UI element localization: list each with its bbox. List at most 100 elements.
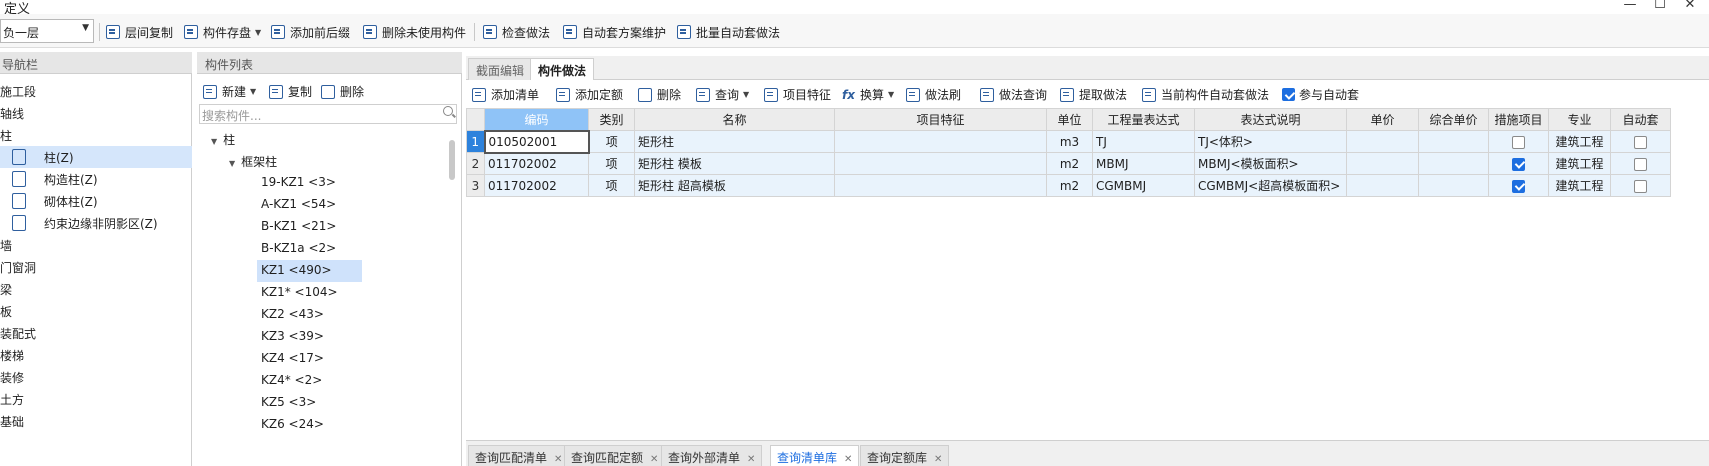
extract-button[interactable]: 提取做法 (1060, 86, 1127, 103)
cell-total-price[interactable] (1418, 130, 1489, 153)
nav-item-slab[interactable]: 板 (0, 300, 192, 322)
nav-item-door-window[interactable]: 门窗洞 (0, 256, 192, 278)
cell-measure[interactable] (1488, 174, 1549, 197)
copy-layers-button[interactable]: 层间复制 (106, 22, 173, 42)
component-search-input[interactable]: 搜索构件... (199, 104, 457, 124)
cell-expr-desc[interactable]: TJ<体积> (1194, 130, 1347, 153)
new-component-button[interactable]: 新建 ▼ (203, 83, 256, 100)
cell-code[interactable]: 011702002 (484, 174, 589, 197)
cell-feature[interactable] (834, 174, 1047, 197)
component-item[interactable]: KZ4* <2> (261, 370, 322, 392)
row-number[interactable]: 1 (466, 130, 485, 153)
tab-section-edit[interactable]: 截面编辑 (468, 58, 533, 80)
cell-total-price[interactable] (1418, 152, 1489, 175)
auto-scheme-button[interactable]: 自动套方案维护 (563, 22, 666, 42)
row-number[interactable]: 2 (466, 152, 485, 175)
measure-checkbox[interactable] (1512, 135, 1525, 149)
component-item[interactable]: A-KZ1 <54> (261, 194, 336, 216)
cell-name[interactable]: 矩形柱 (634, 130, 835, 153)
add-quota-button[interactable]: 添加定额 (556, 86, 623, 103)
component-item[interactable]: KZ6 <24> (261, 414, 324, 436)
column-header-type[interactable]: 类别 (588, 108, 635, 131)
auto-checkbox[interactable] (1634, 157, 1647, 171)
cell-expr-desc[interactable]: MBMJ<模板面积> (1194, 152, 1347, 175)
feature-button[interactable]: 项目特征 (764, 86, 831, 103)
column-header-auto[interactable]: 自动套 (1610, 108, 1671, 131)
auto-checkbox[interactable] (1634, 135, 1647, 149)
delete-component-button[interactable]: 删除 (321, 83, 364, 100)
auto-checkbox[interactable] (1634, 179, 1647, 193)
tab-query-quota-lib[interactable]: 查询定额库 ✕ (860, 445, 950, 466)
component-item[interactable]: 19-KZ1 <3> (261, 172, 336, 194)
brush-button[interactable]: 做法刷 (906, 86, 961, 103)
cell-type[interactable]: 项 (588, 174, 635, 197)
table-row[interactable]: 1 010502001 项 矩形柱 m3 TJ TJ<体积> 建筑工程 (466, 129, 1671, 154)
nav-item-column-z[interactable]: 柱(Z) (0, 146, 192, 168)
close-icon[interactable]: ✕ (554, 454, 562, 465)
participate-auto-toggle[interactable]: 参与自动套 (1282, 86, 1359, 103)
tab-query-external-list[interactable]: 查询外部清单 ✕ (661, 445, 763, 466)
cell-expr[interactable]: MBMJ (1092, 152, 1195, 175)
nav-item-decoration[interactable]: 装修 (0, 366, 192, 388)
cell-auto[interactable] (1610, 130, 1671, 153)
column-header-major[interactable]: 专业 (1548, 108, 1611, 131)
chevron-down-icon[interactable]: ▼ (211, 137, 217, 146)
tree-group[interactable]: ▼ 框架柱 (229, 150, 277, 172)
tab-query-list-lib[interactable]: 查询清单库 ✕ (770, 445, 860, 466)
component-item[interactable]: KZ5 <3> (261, 392, 316, 414)
component-item[interactable]: KZ2 <43> (261, 304, 324, 326)
component-item[interactable]: KZ4 <17> (261, 348, 324, 370)
cell-feature[interactable] (834, 152, 1047, 175)
cell-expr[interactable]: TJ (1092, 130, 1195, 153)
tab-component-method[interactable]: 构件做法 (530, 58, 595, 80)
cell-unit[interactable]: m3 (1046, 130, 1093, 153)
column-header-measure[interactable]: 措施项目 (1488, 108, 1549, 131)
cell-unit[interactable]: m2 (1046, 174, 1093, 197)
component-item[interactable]: KZ3 <39> (261, 326, 324, 348)
cell-measure[interactable] (1488, 130, 1549, 153)
table-row[interactable]: 3 011702002 项 矩形柱 超高模板 m2 CGMBMJ CGMBMJ<… (466, 174, 1671, 197)
measure-checkbox[interactable] (1512, 157, 1525, 171)
column-header-unit[interactable]: 单位 (1046, 108, 1093, 131)
nav-item-construction-stage[interactable]: 施工段 (0, 80, 192, 102)
component-item[interactable]: KZ1* <104> (261, 282, 338, 304)
cell-major[interactable]: 建筑工程 (1548, 130, 1611, 153)
cell-expr[interactable]: CGMBMJ (1092, 174, 1195, 197)
maximize-button[interactable]: ☐ (1650, 0, 1670, 12)
tree-root[interactable]: ▼ 柱 (211, 128, 235, 150)
cell-name[interactable]: 矩形柱 模板 (634, 152, 835, 175)
component-scrollbar[interactable] (449, 140, 455, 180)
search-icon[interactable] (443, 106, 453, 116)
column-header-feature[interactable]: 项目特征 (834, 108, 1047, 131)
cell-auto[interactable] (1610, 152, 1671, 175)
cell-unit[interactable]: m2 (1046, 152, 1093, 175)
cell-auto[interactable] (1610, 174, 1671, 197)
component-item[interactable]: B-KZ1 <21> (261, 216, 336, 238)
copy-component-button[interactable]: 复制 (269, 83, 312, 100)
cell-type[interactable]: 项 (588, 152, 635, 175)
nav-item-prefab[interactable]: 装配式 (0, 322, 192, 344)
component-item[interactable]: B-KZ1a <2> (261, 238, 336, 260)
tab-query-match-quota[interactable]: 查询匹配定额 ✕ (564, 445, 666, 466)
check-method-button[interactable]: 检查做法 (483, 22, 550, 42)
method-query-button[interactable]: 做法查询 (980, 86, 1047, 103)
nav-item-constraint-edge[interactable]: 约束边缘非阴影区(Z) (0, 212, 192, 234)
cell-major[interactable]: 建筑工程 (1548, 152, 1611, 175)
minimize-button[interactable]: — (1620, 0, 1640, 12)
close-icon[interactable]: ✕ (650, 454, 658, 465)
save-component-button[interactable]: 构件存盘 ▼ (184, 22, 261, 42)
cell-feature[interactable] (834, 130, 1047, 153)
close-icon[interactable]: ✕ (747, 454, 755, 465)
cell-code[interactable]: 010502001 (483, 129, 590, 154)
column-header-price[interactable]: 单价 (1346, 108, 1419, 131)
close-icon[interactable]: ✕ (844, 454, 852, 465)
column-header-code[interactable]: 编码 (484, 108, 589, 131)
measure-checkbox[interactable] (1512, 179, 1525, 193)
column-header-expr[interactable]: 工程量表达式 (1092, 108, 1195, 131)
nav-item-constructional-column[interactable]: 构造柱(Z) (0, 168, 192, 190)
close-button[interactable]: ✕ (1680, 0, 1700, 12)
column-header-name[interactable]: 名称 (634, 108, 835, 131)
cell-price[interactable] (1346, 152, 1419, 175)
cell-name[interactable]: 矩形柱 超高模板 (634, 174, 835, 197)
nav-item-column[interactable]: 柱 (0, 124, 192, 146)
